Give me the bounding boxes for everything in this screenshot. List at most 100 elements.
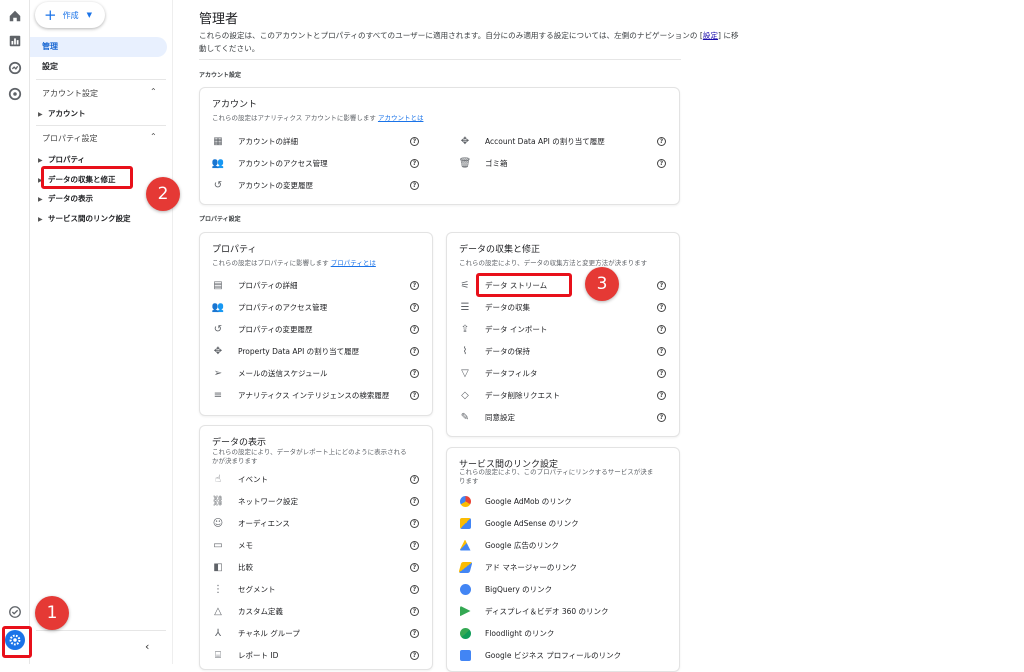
help-icon[interactable]: ? — [657, 325, 666, 334]
chevron-up-icon[interactable]: ⌃ — [150, 87, 157, 96]
what-is-account-link[interactable]: アカウントとは — [378, 114, 424, 122]
help-icon[interactable]: ? — [410, 159, 419, 168]
trash-item[interactable]: 🗑 ゴミ箱 — [459, 154, 508, 172]
nav-settings[interactable]: 設定 — [42, 61, 58, 72]
adsense-link-item[interactable]: Google AdSense のリンク — [459, 514, 579, 532]
help-icon[interactable]: ? — [657, 281, 666, 290]
chevron-up-icon[interactable]: ⌃ — [150, 132, 157, 141]
account-details-item[interactable]: ▦ アカウントの詳細 — [212, 132, 298, 150]
help-icon[interactable]: ? — [657, 391, 666, 400]
advertising-icon[interactable] — [6, 85, 24, 103]
touch-icon: ☝ — [214, 473, 222, 485]
email-schedule-item[interactable]: ➢ メールの送信スケジュール — [212, 364, 328, 382]
business-profile-link-item[interactable]: Google ビジネス プロフィールのリンク — [459, 646, 621, 664]
audience-icon: ☺ — [212, 517, 224, 529]
id-icon: ⌸ — [215, 649, 221, 661]
nav-product-links[interactable]: ▶ サービス間のリンク設定 — [38, 213, 131, 224]
account-history-item[interactable]: ↺ アカウントの変更履歴 — [212, 176, 313, 194]
shapes-icon: △ — [214, 605, 222, 617]
settings-link[interactable]: 設定 — [703, 31, 718, 40]
nav-account[interactable]: ▶ アカウント — [38, 108, 86, 119]
comparisons-item[interactable]: ◧ 比較 — [212, 558, 253, 576]
help-icon[interactable]: ? — [410, 281, 419, 290]
help-icon[interactable]: ? — [410, 497, 419, 506]
help-icon[interactable]: ? — [410, 541, 419, 550]
admob-link-item[interactable]: Google AdMob のリンク — [459, 492, 572, 510]
explore-icon[interactable] — [6, 59, 24, 77]
help-icon[interactable]: ? — [410, 563, 419, 572]
card-title: プロパティ — [212, 245, 257, 255]
help-icon[interactable]: ? — [410, 629, 419, 638]
property-access-item[interactable]: 👥 プロパティのアクセス管理 — [212, 298, 327, 316]
help-icon[interactable]: ? — [410, 303, 419, 312]
help-icon[interactable]: ? — [410, 181, 419, 190]
consent-settings-item[interactable]: ✎ 同意設定 — [459, 408, 515, 426]
data-filters-item[interactable]: ▽ データフィルタ — [459, 364, 537, 382]
help-icon[interactable]: ? — [410, 369, 419, 378]
card-subtitle: これらの設定はプロパティに影響します プロパティとは — [212, 259, 376, 267]
upload-icon: ⇪ — [460, 323, 470, 335]
data-retention-item[interactable]: ⌇ データの保持 — [459, 342, 530, 360]
help-icon[interactable]: ? — [657, 369, 666, 378]
custom-definitions-item[interactable]: △ カスタム定義 — [212, 602, 283, 620]
history-icon: ↺ — [213, 179, 223, 191]
help-icon[interactable]: ? — [410, 651, 419, 660]
collapse-nav-icon[interactable]: ‹ — [145, 640, 149, 653]
create-button[interactable]: + 作成 ▼ — [35, 2, 105, 28]
data-deletion-item[interactable]: ◇ データ削除リクエスト — [459, 386, 560, 404]
channel-groups-item[interactable]: ⅄ チャネル グループ — [212, 624, 300, 642]
help-icon[interactable]: ? — [410, 325, 419, 334]
help-icon[interactable]: ? — [410, 347, 419, 356]
property-history-item[interactable]: ↺ プロパティの変更履歴 — [212, 320, 313, 338]
help-icon[interactable]: ? — [657, 413, 666, 422]
highlight-data-streams — [476, 273, 572, 297]
note-icon: ▭ — [213, 539, 223, 551]
help-icon[interactable]: ? — [657, 137, 666, 146]
nav-data-display[interactable]: ▶ データの表示 — [38, 193, 93, 204]
bigquery-link-item[interactable]: BigQuery のリンク — [459, 580, 552, 598]
help-icon[interactable]: ? — [410, 519, 419, 528]
dv360-link-item[interactable]: ディスプレイ＆ビデオ 360 のリンク — [459, 602, 609, 620]
search-list-icon: ≡ — [213, 389, 223, 401]
property-settings-header[interactable]: プロパティ設定 — [42, 133, 98, 144]
data-collection-item[interactable]: ☰ データの収集 — [459, 298, 530, 316]
reporting-id-item[interactable]: ⌸ レポート ID — [212, 646, 278, 664]
property-details-item[interactable]: ▤ プロパティの詳細 — [212, 276, 297, 294]
help-icon[interactable]: ? — [410, 137, 419, 146]
account-settings-header[interactable]: アカウント設定 — [42, 88, 98, 99]
dv360-icon — [459, 605, 471, 617]
notes-item[interactable]: ▭ メモ — [212, 536, 253, 554]
events-item[interactable]: ☝ イベント — [212, 470, 268, 488]
nav-admin[interactable]: 管理 — [30, 37, 167, 57]
floodlight-link-item[interactable]: Floodlight のリンク — [459, 624, 554, 642]
intro-text: これらの設定は、このアカウントとプロパティのすべてのユーザーに適用されます。自分… — [199, 31, 739, 53]
property-api-quota-item[interactable]: ✥ Property Data API の割り当て履歴 — [212, 342, 359, 360]
search-history-item[interactable]: ≡ アナリティクス インテリジェンスの検索履歴 — [212, 386, 390, 404]
help-icon[interactable]: ? — [410, 475, 419, 484]
step-badge-2: 2 — [146, 177, 180, 211]
help-icon[interactable]: ? — [410, 607, 419, 616]
reports-icon[interactable] — [6, 32, 24, 50]
help-icon[interactable]: ? — [410, 585, 419, 594]
home-icon[interactable] — [6, 7, 24, 25]
network-icon: ⛓ — [211, 495, 225, 507]
segments-item[interactable]: ⋮ セグメント — [212, 580, 276, 598]
google-ads-icon — [459, 539, 471, 551]
account-api-quota-item[interactable]: ✥ Account Data API の割り当て履歴 — [459, 132, 605, 150]
nav-property[interactable]: ▶ プロパティ — [38, 154, 85, 165]
help-icon[interactable]: ? — [410, 391, 419, 400]
network-settings-item[interactable]: ⛓ ネットワーク設定 — [212, 492, 298, 510]
eraser-icon: ◇ — [461, 389, 469, 401]
google-ads-link-item[interactable]: Google 広告のリンク — [459, 536, 559, 554]
data-import-item[interactable]: ⇪ データ インポート — [459, 320, 548, 338]
help-icon[interactable]: ? — [657, 347, 666, 356]
help-icon[interactable]: ? — [657, 159, 666, 168]
check-icon[interactable] — [6, 603, 24, 621]
help-icon[interactable]: ? — [657, 303, 666, 312]
audiences-item[interactable]: ☺ オーディエンス — [212, 514, 290, 532]
ad-manager-link-item[interactable]: アド マネージャーのリンク — [458, 558, 577, 576]
what-is-property-link[interactable]: プロパティとは — [331, 259, 376, 267]
card-subtitle: ります — [459, 477, 479, 485]
account-access-item[interactable]: 👥 アカウントのアクセス管理 — [212, 154, 328, 172]
main-content: 管理者 これらの設定は、このアカウントとプロパティのすべてのユーザーに適用されま… — [173, 0, 1024, 672]
